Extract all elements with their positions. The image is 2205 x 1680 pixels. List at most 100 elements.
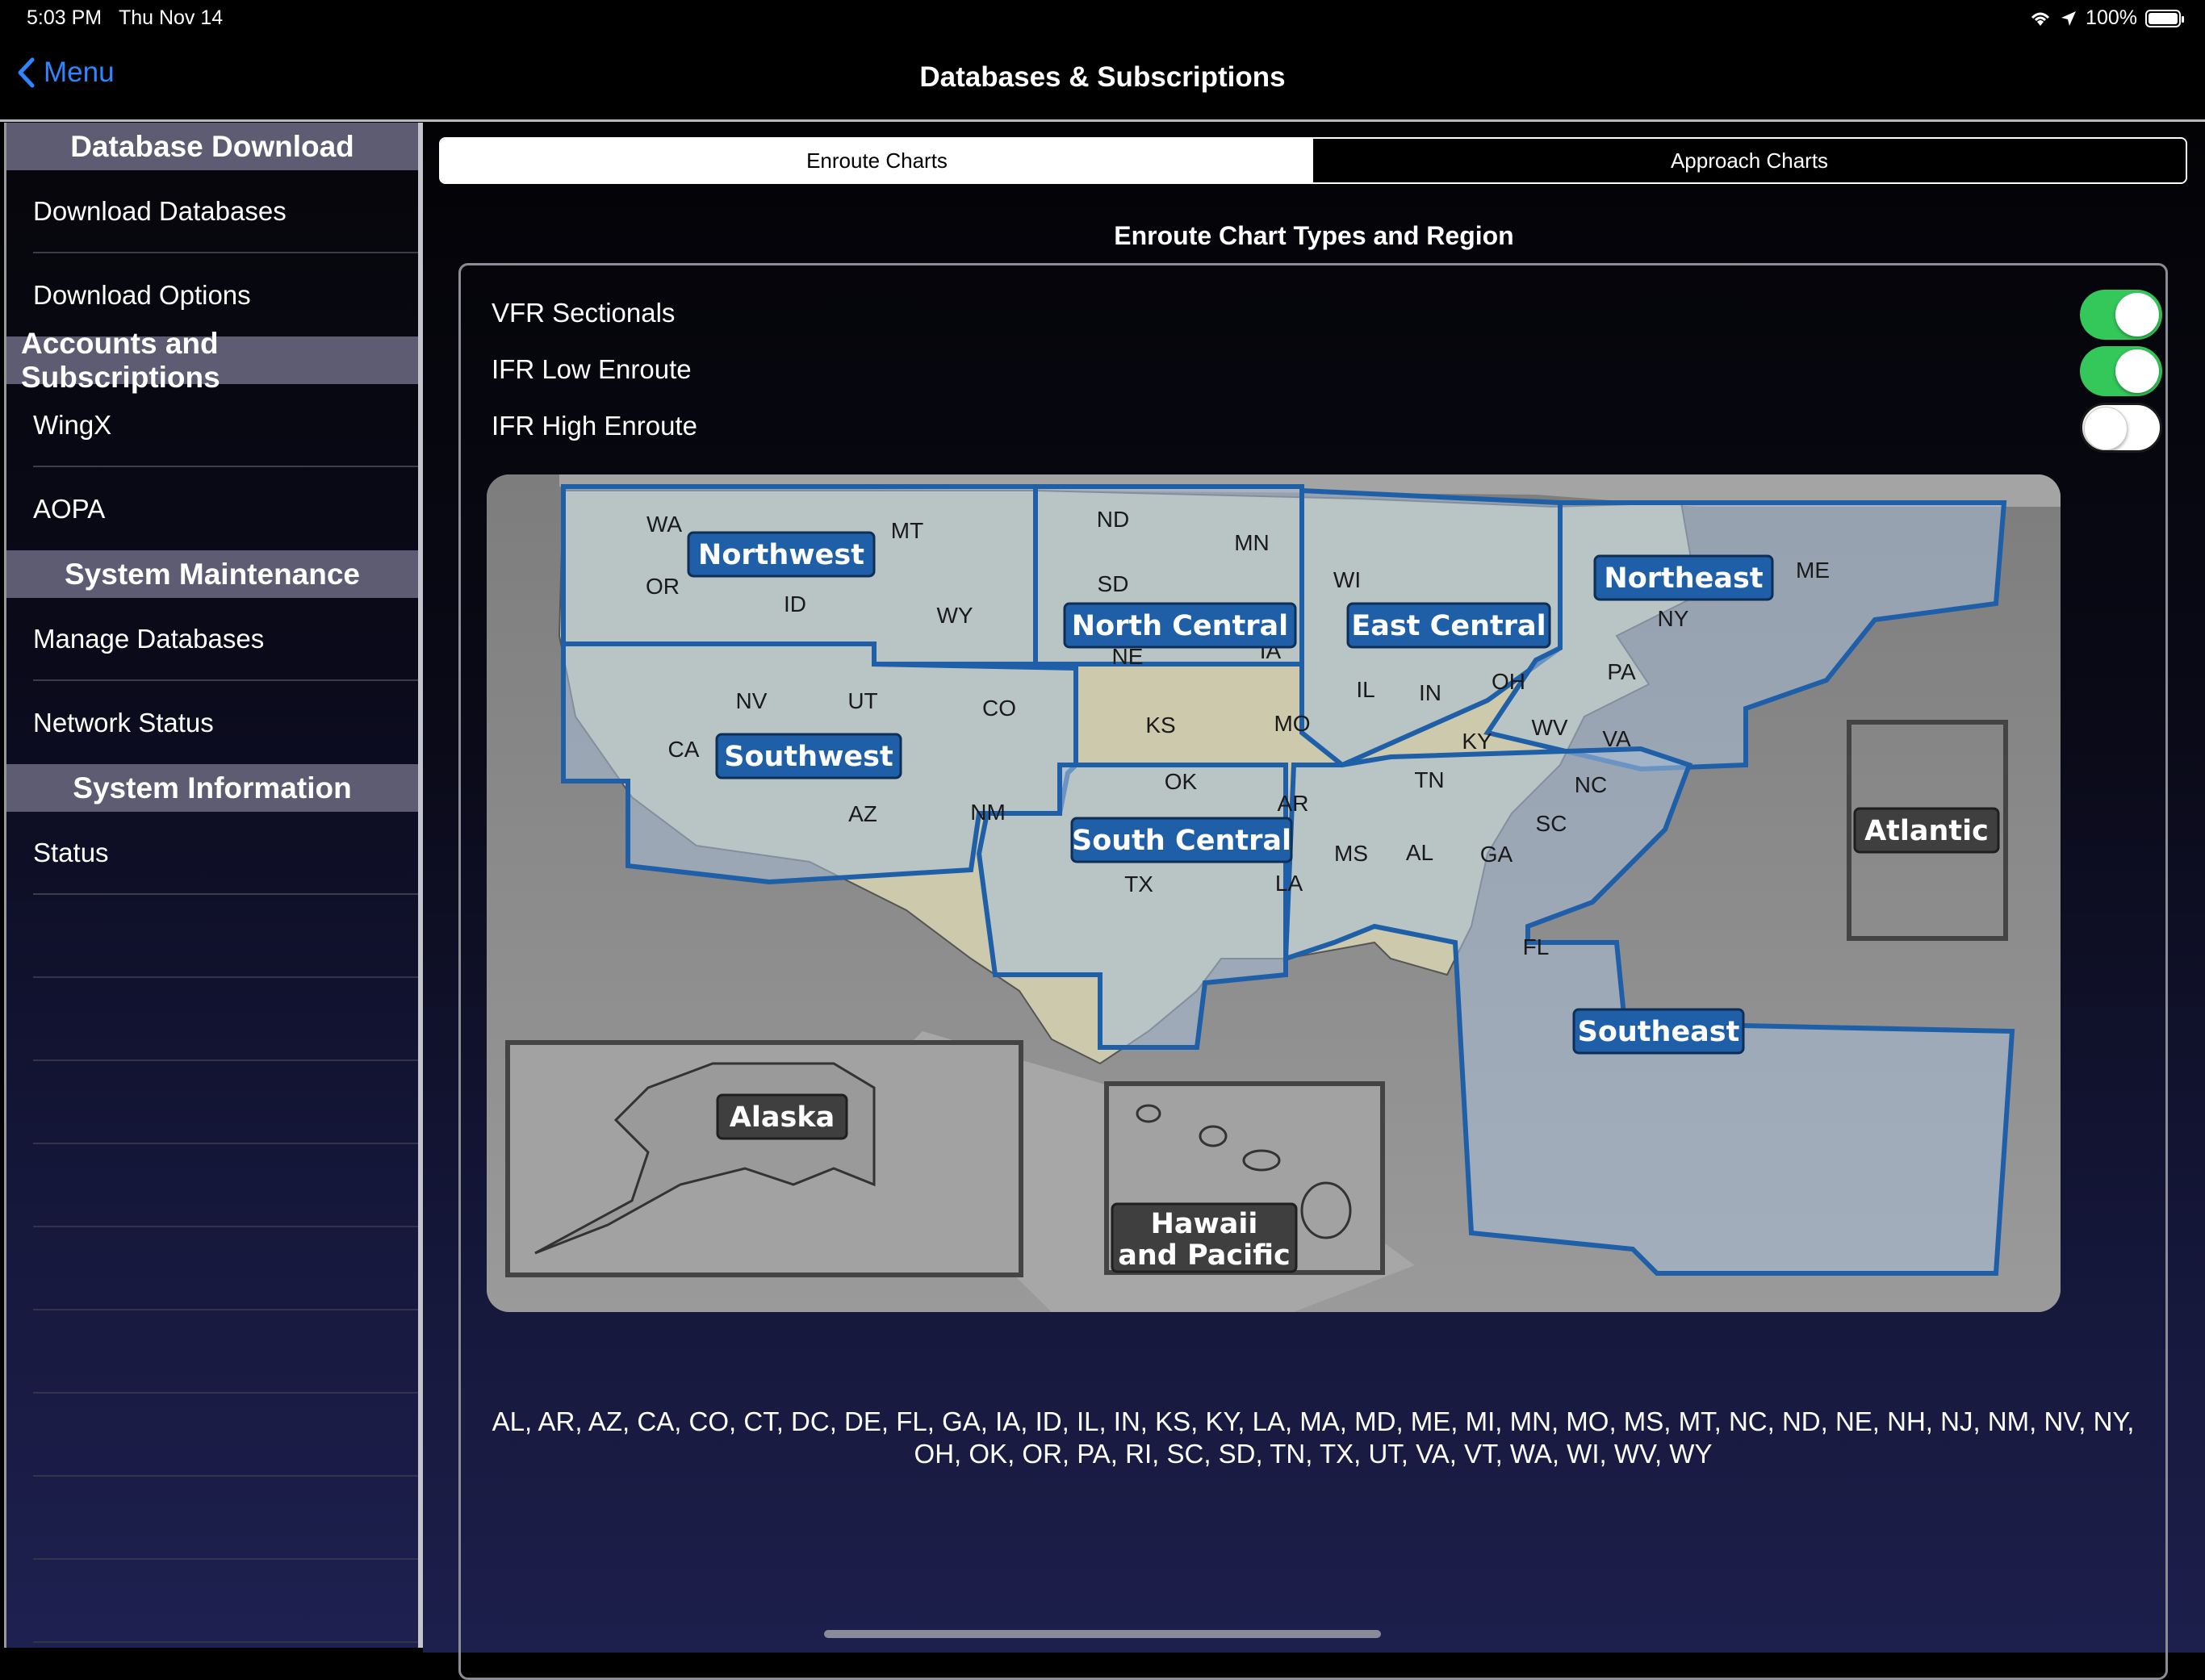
sidebar: Database Download Download Databases Dow… [4,123,423,1648]
sidebar-empty-row [33,1477,418,1560]
region-label-hawaii[interactable]: Hawaii [1151,1208,1258,1240]
option-row-vfr-sectionals: VFR Sectionals [492,290,2162,340]
state-nm: NM [970,800,1006,825]
region-map[interactable]: WA OR ID MT WY ND SD NE MN IA WI IL IN O… [487,474,2061,1312]
sidebar-empty-row [33,1061,418,1144]
state-co: CO [982,696,1016,721]
wifi-icon [2031,12,2050,26]
ifr-high-enroute-toggle[interactable] [2080,403,2162,453]
state-nc: NC [1575,772,1607,797]
state-wa: WA [646,512,682,537]
state-va: VA [1602,726,1631,751]
state-pa: PA [1607,659,1636,684]
option-row-ifr-low: IFR Low Enroute [492,346,2162,396]
region-label-southeast[interactable]: Southeast [1578,1016,1740,1048]
divider [0,119,2205,122]
region-label-and-pacific: and Pacific [1118,1239,1291,1272]
state-wv: WV [1531,715,1567,740]
tab-approach-charts[interactable]: Approach Charts [1313,139,2186,182]
date-text: Thu Nov 14 [118,6,224,29]
option-label-vfr-sectionals: VFR Sectionals [492,298,676,328]
status-time: 5:03 PM Thu Nov 14 [27,6,223,30]
state-sd: SD [1098,571,1129,596]
sidebar-header-system-maintenance: System Maintenance [6,550,418,598]
region-map-graphic: WA OR ID MT WY ND SD NE MN IA WI IL IN O… [487,474,2061,1312]
sidebar-item-manage-databases[interactable]: Manage Databases [33,598,418,681]
region-label-alaska[interactable]: Alaska [730,1101,835,1134]
state-id: ID [784,591,806,616]
state-ky: KY [1462,729,1492,754]
sidebar-empty-row [33,1560,418,1643]
status-bar: 5:03 PM Thu Nov 14 100% [0,0,2205,39]
sidebar-empty-row [33,978,418,1061]
section-title: Enroute Chart Types and Region [1114,221,1514,250]
state-in: IN [1419,680,1441,705]
state-nd: ND [1097,507,1129,532]
region-label-south-central[interactable]: South Central [1072,825,1291,857]
time-text: 5:03 PM [27,6,103,29]
navigation-bar: Menu Databases & Subscriptions [0,39,2205,119]
sidebar-item-aopa[interactable]: AOPA [33,467,418,550]
region-label-northeast[interactable]: Northeast [1604,562,1763,595]
state-wy: WY [936,603,973,628]
status-indicators: 100% [2029,6,2184,30]
ifr-low-enroute-toggle[interactable] [2080,346,2162,396]
toggle-knob [2084,407,2128,450]
state-ok: OK [1165,769,1198,794]
sidebar-item-status[interactable]: Status [33,812,418,895]
toggle-knob [2115,293,2159,336]
state-mt: MT [891,518,923,543]
state-tn: TN [1414,767,1444,792]
selected-states-list: AL, AR, AZ, CA, CO, CT, DC, DE, FL, GA, … [458,1406,2168,1470]
state-al: AL [1406,840,1433,865]
option-label-ifr-low: IFR Low Enroute [492,354,692,384]
region-label-southwest[interactable]: Southwest [724,741,893,773]
sidebar-header-accounts: Accounts and Subscriptions [6,327,418,394]
page-title: Databases & Subscriptions [919,61,1286,93]
home-indicator[interactable] [824,1630,1381,1638]
tab-enroute-charts[interactable]: Enroute Charts [441,139,1313,182]
chart-type-segmented-control: Enroute Charts Approach Charts [439,137,2187,184]
states-line-2: OH, OK, OR, PA, RI, SC, SD, TN, TX, UT, … [914,1439,1713,1469]
state-ms: MS [1334,841,1368,866]
sidebar-item-network-status[interactable]: Network Status [33,681,418,764]
state-nv: NV [736,688,768,713]
sidebar-empty-row [33,1394,418,1477]
option-row-ifr-high: IFR High Enroute [492,403,2162,453]
state-ny: NY [1658,606,1689,631]
region-label-atlantic[interactable]: Atlantic [1864,815,1989,847]
region-label-north-central[interactable]: North Central [1072,610,1288,642]
state-ut: UT [847,688,877,713]
states-line-1: AL, AR, AZ, CA, CO, CT, DC, DE, FL, GA, … [492,1406,2135,1436]
state-mo: MO [1274,711,1310,736]
battery-icon [2145,9,2184,27]
sidebar-empty-row [33,1227,418,1310]
state-il: IL [1356,677,1374,702]
sidebar-header-database-download: Database Download [6,123,418,170]
state-az: AZ [848,801,877,826]
state-ca: CA [668,737,700,762]
battery-percent: 100% [2086,6,2137,29]
region-label-northwest[interactable]: Northwest [698,539,864,571]
sidebar-empty-row [33,1310,418,1394]
location-arrow-icon [2061,10,2077,26]
option-label-ifr-high: IFR High Enroute [492,411,697,441]
state-mn: MN [1234,530,1270,555]
state-wi: WI [1333,567,1361,592]
state-ga: GA [1480,842,1513,867]
state-me: ME [1796,558,1830,583]
sidebar-empty-row [33,895,418,978]
state-la: LA [1275,871,1303,896]
state-oh: OH [1492,669,1525,694]
state-fl: FL [1523,934,1550,959]
sidebar-empty-row [33,1144,418,1227]
state-tx: TX [1124,871,1153,896]
sidebar-item-download-options[interactable]: Download Options [33,253,418,336]
region-label-east-central[interactable]: East Central [1351,610,1546,642]
sidebar-item-download-databases[interactable]: Download Databases [33,170,418,253]
sidebar-header-system-information: System Information [6,764,418,812]
state-sc: SC [1536,811,1567,836]
state-ks: KS [1145,713,1175,738]
vfr-sectionals-toggle[interactable] [2080,290,2162,340]
sidebar-item-wingx[interactable]: WingX [33,384,418,467]
